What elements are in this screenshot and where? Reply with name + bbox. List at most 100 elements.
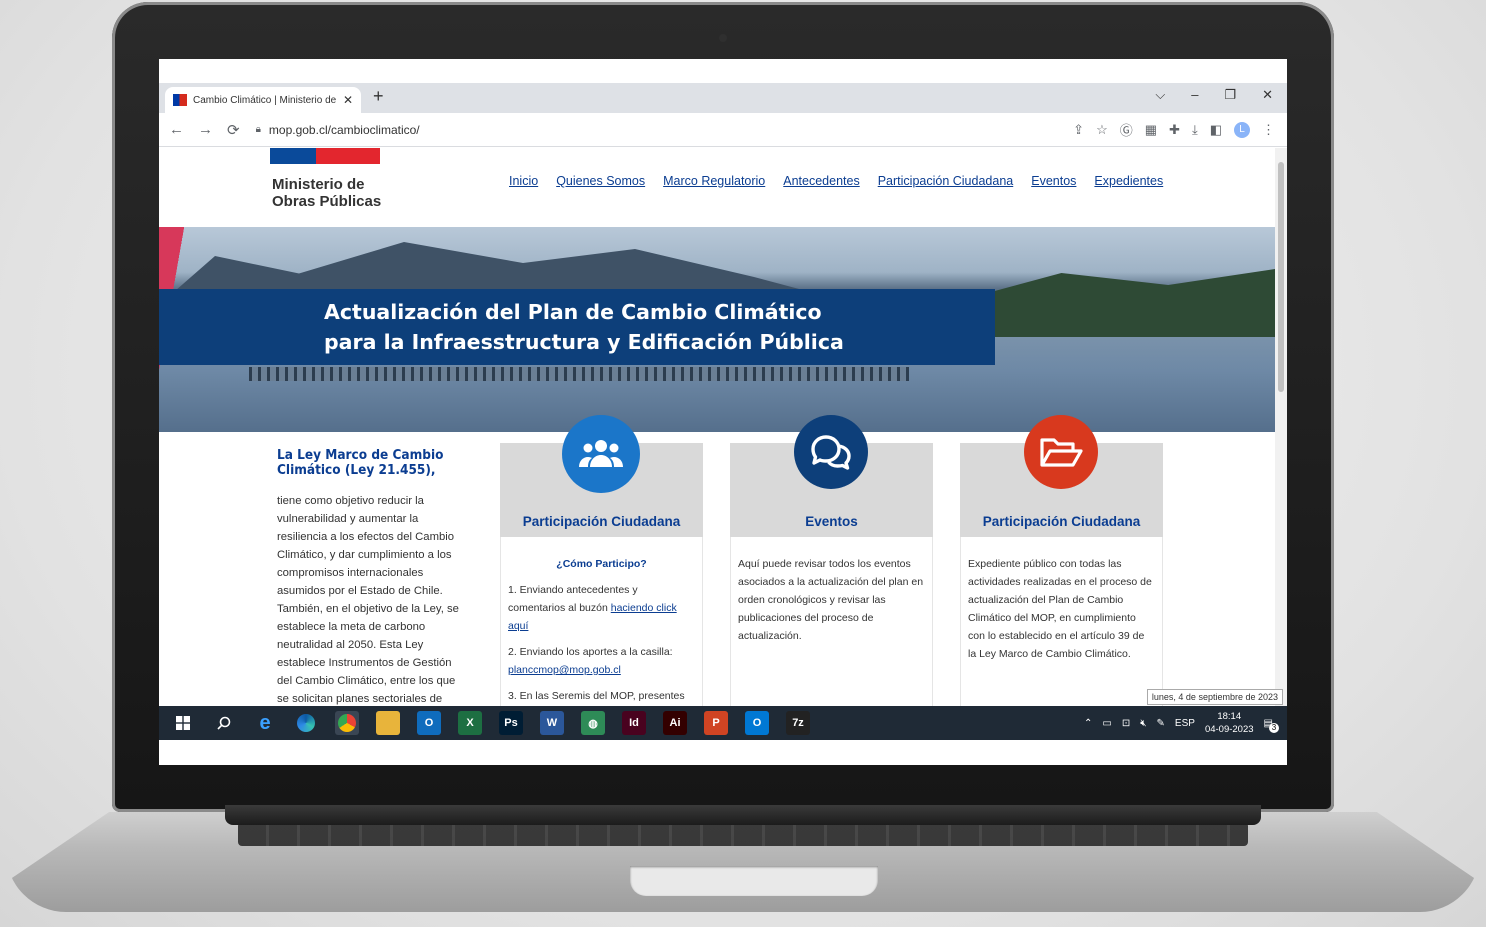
chile-flag-icon (173, 94, 187, 106)
extension-g-icon[interactable]: Ⓖ (1120, 120, 1133, 139)
close-window-button[interactable]: ✕ (1262, 87, 1273, 103)
menu-antecedentes[interactable]: Antecedentes (783, 174, 859, 188)
excel-icon[interactable]: X (458, 711, 482, 735)
share-icon[interactable]: ⇪ (1073, 122, 1084, 138)
menu-inicio[interactable]: Inicio (509, 174, 538, 188)
chrome-icon[interactable] (335, 711, 359, 735)
card-question: ¿Cómo Participo? (556, 558, 647, 570)
illustrator-icon[interactable]: Ai (663, 711, 687, 735)
word-icon[interactable]: W (540, 711, 564, 735)
card-text: Expediente público con todas las activid… (968, 558, 1152, 660)
restore-button[interactable]: ❐ (1224, 87, 1236, 103)
card-text: Aquí puede revisar todos los eventos aso… (738, 558, 924, 642)
photoshop-icon[interactable]: Ps (499, 711, 523, 735)
network-icon[interactable]: ⊡ (1122, 718, 1130, 729)
menu-participacion[interactable]: Participación Ciudadana (878, 174, 1014, 188)
forward-icon[interactable]: → (198, 121, 213, 139)
keyboard (238, 822, 1248, 846)
qr-code-icon[interactable]: ▦ (1145, 122, 1157, 138)
card-step-3: 3. En las Seremis del MOP, presentes en … (508, 690, 685, 702)
indesign-icon[interactable]: Id (622, 711, 646, 735)
url-text: mop.gob.cl/cambioclimatico/ (268, 122, 420, 137)
outlook2-icon[interactable]: O (745, 711, 769, 735)
card-header: Eventos (730, 415, 933, 537)
lock-icon: 🔒︎ (255, 124, 261, 135)
intro-title: La Ley Marco de Cambio Climático (Ley 21… (277, 447, 444, 478)
minimize-button[interactable]: – (1191, 87, 1198, 103)
7zip-icon[interactable]: 7z (786, 711, 810, 735)
card-eventos: Eventos Aquí puede revisar todos los eve… (730, 415, 933, 706)
clock-date: 04-09-2023 (1204, 724, 1254, 735)
logo-color-bar (270, 148, 380, 164)
pen-icon[interactable]: ✎ (1157, 718, 1165, 729)
file-explorer-icon[interactable] (376, 711, 400, 735)
users-icon[interactable] (562, 415, 640, 493)
pier-shape (249, 367, 909, 381)
volume-muted-icon[interactable]: 🔇︎ (1140, 718, 1146, 729)
card-title: Participación Ciudadana (982, 514, 1141, 529)
card-title: Participación Ciudadana (522, 514, 681, 529)
menu-eventos[interactable]: Eventos (1031, 174, 1076, 188)
search-icon[interactable] (212, 711, 236, 735)
browser-tab[interactable]: Cambio Climático | Ministerio de ✕ (165, 87, 361, 113)
language-indicator[interactable]: ESP (1175, 718, 1195, 729)
reload-icon[interactable]: ⟳ (227, 121, 240, 139)
trackpad (630, 866, 878, 896)
clock[interactable]: 18:14 04-09-2023 (1205, 710, 1254, 736)
outlook-icon[interactable]: O (417, 711, 441, 735)
folder-open-icon[interactable] (1024, 415, 1098, 489)
hero-title-line1: Actualización del Plan de Cambio Climáti… (324, 300, 822, 324)
tab-search-button[interactable]: ⌵ (1155, 87, 1165, 103)
tab-title: Cambio Climático | Ministerio de (193, 94, 337, 106)
ministry-logo[interactable]: Ministerio de Obras Públicas (272, 176, 412, 210)
windows-taskbar: e O X Ps W ◍ Id Ai P O 7z ⌃ ▭ ⊡ 🔇︎ ✎ ESP… (159, 706, 1287, 740)
new-tab-button[interactable]: + (373, 86, 384, 107)
window-controls: ⌵ – ❐ ✕ (1155, 87, 1273, 103)
powerpoint-icon[interactable]: P (704, 711, 728, 735)
battery-icon[interactable]: ▭ (1102, 718, 1111, 729)
profile-avatar[interactable]: L (1234, 121, 1250, 138)
system-tray: ⌃ ▭ ⊡ 🔇︎ ✎ ESP 18:14 04-09-2023 ▤ 3 (1084, 710, 1279, 736)
internet-explorer-icon[interactable]: e (253, 711, 277, 735)
notification-count: 3 (1269, 722, 1279, 733)
side-panel-icon[interactable]: ◧ (1210, 122, 1222, 138)
clock-time: 18:14 (1217, 711, 1242, 722)
laptop-hinge (225, 805, 1261, 825)
email-link[interactable]: planccmop@mop.gob.cl (508, 664, 621, 676)
screen-bottom-area (159, 740, 1287, 765)
laptop-photo: Cambio Climático | Ministerio de ✕ + ⌵ –… (0, 0, 1486, 927)
card-body: Aquí puede revisar todos los eventos aso… (730, 537, 933, 706)
card-title: Eventos (805, 514, 858, 529)
menu-quienes-somos[interactable]: Quienes Somos (556, 174, 645, 188)
intro-section: La Ley Marco de Cambio Climático (Ley 21… (277, 448, 467, 706)
step-2-text: 2. Enviando los aportes a la casilla: (508, 646, 673, 658)
windows-start-icon[interactable] (171, 711, 195, 735)
intro-text: tiene como objetivo reducir la vulnerabi… (277, 495, 459, 705)
web-page: Ministerio de Obras Públicas Inicio Quie… (159, 148, 1275, 706)
chevron-up-icon[interactable]: ⌃ (1084, 718, 1092, 729)
menu-kebab-icon[interactable]: ⋮ (1262, 122, 1275, 138)
hero-title: Actualización del Plan de Cambio Climáti… (324, 297, 844, 357)
address-bar[interactable]: 🔒︎ mop.gob.cl/cambioclimatico/ (256, 123, 1074, 137)
card-step-2: 2. Enviando los aportes a la casilla: pl… (508, 643, 695, 679)
tab-strip: Cambio Climático | Ministerio de ✕ + ⌵ –… (159, 83, 1287, 113)
date-tooltip: lunes, 4 de septiembre de 2023 (1146, 689, 1283, 705)
scrollbar[interactable] (1275, 148, 1287, 706)
card-header: Participación Ciudadana (960, 415, 1163, 537)
chat-bubbles-icon[interactable] (794, 415, 868, 489)
download-icon[interactable]: ⤓ (1192, 122, 1198, 138)
extensions-puzzle-icon[interactable]: ✚ (1169, 122, 1180, 138)
menu-expedientes[interactable]: Expedientes (1094, 174, 1163, 188)
card-step-1: 1. Enviando antecedentes y comentarios a… (508, 581, 695, 635)
back-icon[interactable]: ← (169, 121, 184, 139)
card-participacion: Participación Ciudadana ¿Cómo Participo?… (500, 415, 703, 706)
main-menu: Inicio Quienes Somos Marco Regulatorio A… (509, 174, 1163, 188)
notification-icon[interactable]: ▤ 3 (1264, 718, 1279, 733)
globe-icon[interactable]: ◍ (581, 711, 605, 735)
close-tab-icon[interactable]: ✕ (343, 93, 353, 107)
bookmark-star-icon[interactable]: ☆ (1096, 122, 1108, 138)
hero-banner: Actualización del Plan de Cambio Climáti… (159, 227, 1275, 432)
scrollbar-thumb[interactable] (1278, 162, 1284, 392)
menu-marco-regulatorio[interactable]: Marco Regulatorio (663, 174, 765, 188)
edge-icon[interactable] (294, 711, 318, 735)
